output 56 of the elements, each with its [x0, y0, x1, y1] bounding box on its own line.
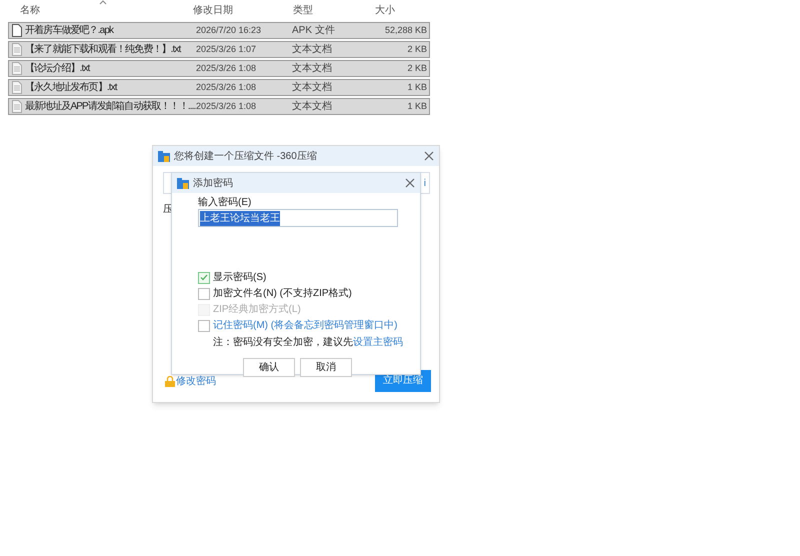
file-type: 文本文档 — [292, 100, 333, 114]
file-row[interactable]: 【来了就能下载和观看！纯免费！】.txt 2025/3/26 1:07 文本文档 2 KB — [8, 41, 430, 58]
option-label: 记住密码(M) (将会备忘到密码管理窗口中) — [213, 318, 398, 333]
option-label: 显示密码(S) — [213, 270, 266, 285]
file-type: 文本文档 — [292, 80, 333, 95]
close-icon — [405, 178, 415, 188]
file-name: 【来了就能下载和观看！纯免费！】.txt — [25, 42, 180, 57]
app-icon — [158, 150, 170, 162]
column-header[interactable]: 类型 — [293, 2, 313, 18]
file-date: 2025/3/26 1:08 — [195, 62, 258, 75]
file-name: 最新地址及APP请发邮箱自动获取！！！.... — [25, 100, 196, 114]
info-icon: i — [424, 176, 426, 190]
option-label: ZIP经典加密方式(L) — [213, 302, 301, 317]
file-row[interactable]: 【永久地址发布页】.txt 2025/3/26 1:08 文本文档 1 KB — [8, 79, 430, 96]
file-date: 2026/7/20 16:23 — [195, 24, 262, 37]
checkbox[interactable] — [198, 288, 210, 300]
option-label: 加密文件名(N) (不支持ZIP格式) — [213, 286, 352, 301]
file-row[interactable]: 最新地址及APP请发邮箱自动获取！！！....2025/3/26 1:08 文本文档 1 KB — [8, 98, 430, 115]
file-type: APK 文件 — [292, 24, 336, 38]
checkbox[interactable] — [198, 272, 210, 284]
dialog-button[interactable]: 取消 — [300, 358, 352, 377]
file-name: 【论坛介绍】.txt — [25, 62, 90, 76]
file-icon — [12, 24, 22, 37]
dialog-button[interactable]: 确认 — [243, 358, 295, 377]
text-file-icon — [12, 62, 22, 75]
text-file-icon — [12, 43, 22, 56]
text-file-icon — [12, 81, 22, 94]
file-size: 2 KB — [406, 62, 427, 75]
dialog-title: 添加密码 — [193, 176, 234, 190]
change-password-link[interactable]: 修改密码 — [176, 374, 216, 389]
column-header[interactable]: 名称 — [20, 2, 40, 18]
master-password-link[interactable]: 设置主密码 — [353, 335, 403, 350]
file-date: 2025/3/26 1:08 — [195, 80, 258, 94]
file-size: 1 KB — [406, 80, 427, 94]
file-name: 【永久地址发布页】.txt — [25, 80, 117, 95]
file-size: 2 KB — [406, 42, 427, 56]
column-header[interactable]: 修改日期 — [193, 2, 233, 18]
app-icon — [177, 178, 189, 188]
file-size: 1 KB — [406, 100, 427, 113]
lock-icon — [165, 376, 175, 387]
checkbox[interactable] — [198, 320, 210, 332]
close-icon — [424, 151, 434, 161]
note-text: 注：密码没有安全加密，建议先 — [213, 336, 353, 350]
file-row[interactable]: 【论坛介绍】.txt 2025/3/26 1:08 文本文档 2 KB — [8, 60, 430, 77]
text-file-icon — [12, 100, 22, 113]
password-field[interactable]: 上老王论坛当老王 — [198, 209, 398, 227]
file-date: 2025/3/26 1:07 — [195, 42, 258, 56]
window-title: 您将创建一个压缩文件 -360压缩 — [174, 150, 318, 164]
input-label: 输入密码(E) — [198, 197, 252, 209]
file-name: 开着房车做爱吧？.apk — [25, 24, 114, 38]
column-header[interactable]: 大小 — [375, 2, 395, 18]
file-type: 文本文档 — [292, 62, 333, 76]
file-date: 2025/3/26 1:08 — [196, 100, 258, 113]
file-type: 文本文档 — [292, 42, 333, 57]
file-row[interactable]: 开着房车做爱吧？.apk 2026/7/20 16:23 APK 文件 52,288 KB — [8, 22, 430, 39]
file-size: 52,288 KB — [384, 24, 427, 37]
